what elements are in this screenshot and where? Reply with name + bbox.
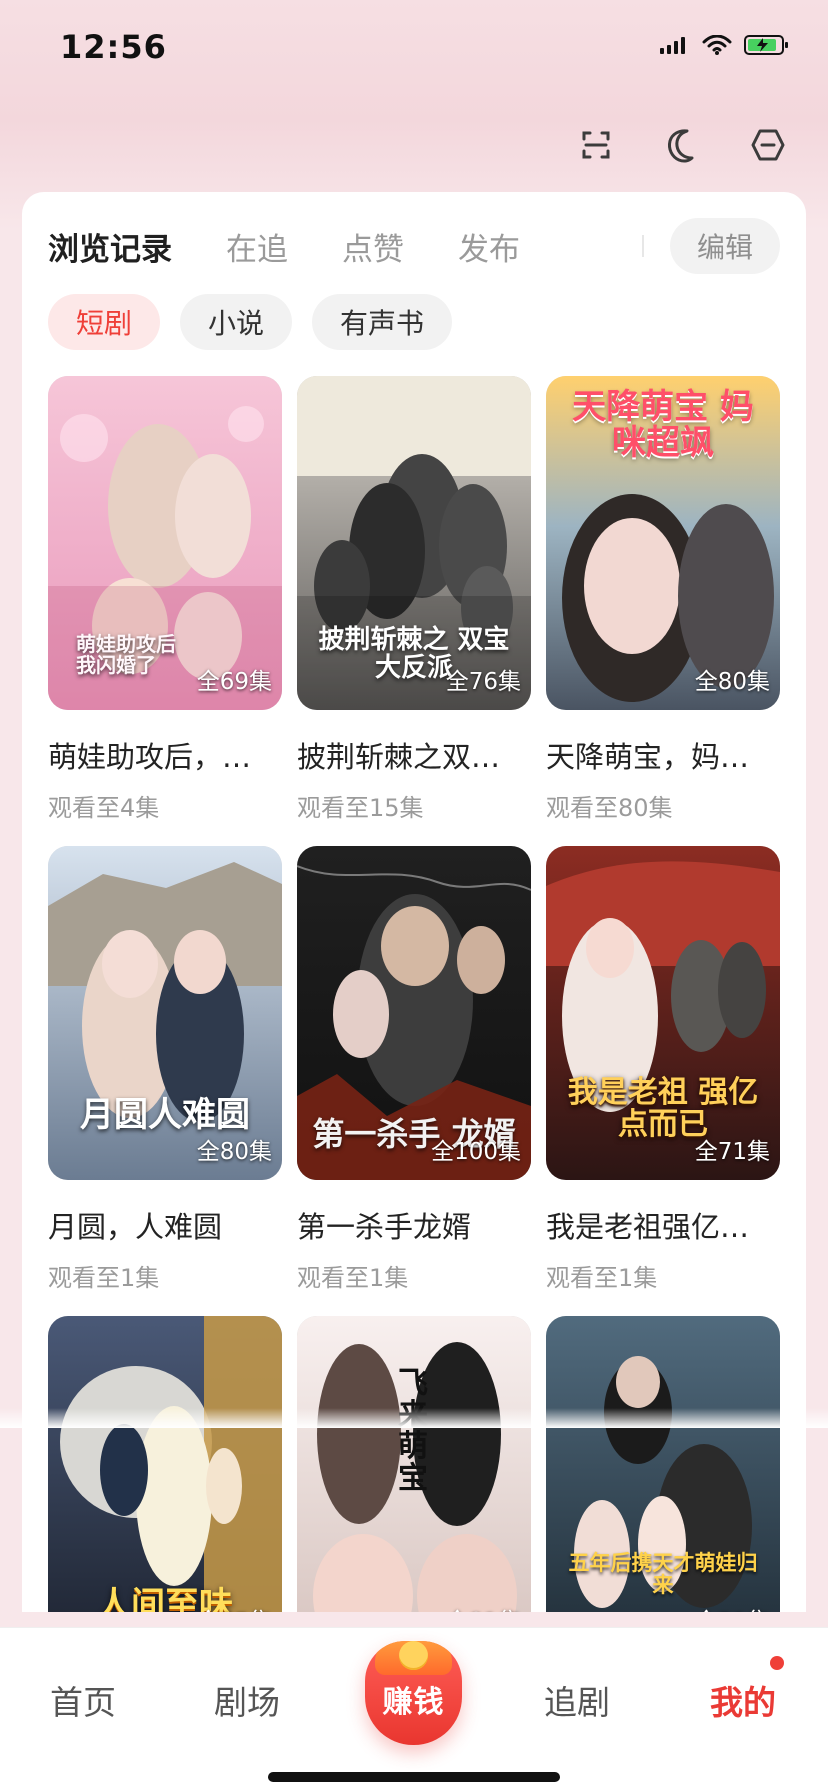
show-poster[interactable]: 月圆人难圆 全80集: [48, 846, 282, 1180]
show-poster[interactable]: 第一杀手 龙婿 全100集: [297, 846, 531, 1180]
show-title[interactable]: 第一杀手龙婿: [297, 1204, 531, 1246]
tab-divider: [642, 235, 644, 257]
settings-button[interactable]: [746, 123, 790, 167]
show-card[interactable]: 飞来萌宝 全81集: [297, 1316, 531, 1612]
home-indicator: [268, 1772, 560, 1782]
show-poster[interactable]: 飞来萌宝 全81集: [297, 1316, 531, 1612]
watch-progress: 观看至1集: [546, 1264, 658, 1292]
poster-title: 萌娃助攻后 我闪婚了: [76, 632, 176, 677]
watch-progress: 观看至1集: [297, 1264, 409, 1292]
show-card[interactable]: 天降萌宝 妈咪超飒 全80集 天降萌宝，妈… 观看至80集: [546, 376, 780, 823]
tab-published[interactable]: 发布: [458, 224, 520, 269]
tab-likes[interactable]: 点赞: [342, 224, 404, 269]
show-title[interactable]: 天降萌宝，妈…: [546, 734, 780, 776]
poster-title: 天降萌宝 妈咪超飒: [572, 387, 754, 463]
scan-icon: [582, 131, 610, 159]
poster-image: [48, 1316, 282, 1612]
show-card[interactable]: 五年后携天才萌娃归来 全51集: [546, 1316, 780, 1612]
episode-count-badge: 全69集: [196, 669, 272, 695]
episode-count-badge: 全100集: [431, 1139, 521, 1165]
nav-earn-label: 赚钱: [382, 1685, 445, 1720]
content-filter-chips: 短剧 小说 有声书: [48, 294, 453, 350]
watch-progress: 观看至1集: [48, 1264, 160, 1292]
top-actions: [574, 123, 790, 167]
status-time: 12:56: [60, 28, 167, 66]
history-panel: 浏览记录 在追 点赞 发布 编辑 短剧 小说 有声书 萌娃助攻后 我闪婚了 全6…: [22, 192, 806, 1612]
coin-icon: [399, 1641, 428, 1670]
nav-earn-money-button[interactable]: 赚钱: [365, 1641, 462, 1745]
poster-title: 月圆人难圆: [80, 1095, 250, 1136]
filter-audiobook[interactable]: 有声书: [312, 294, 453, 350]
battery-charging-icon: [744, 35, 788, 55]
show-poster[interactable]: 人间至味 全55集: [48, 1316, 282, 1612]
show-card[interactable]: 第一杀手 龙婿 全100集 第一杀手龙婿 观看至1集: [297, 846, 531, 1293]
nav-following[interactable]: 追剧: [544, 1676, 610, 1724]
night-mode-button[interactable]: [660, 123, 704, 167]
watch-progress: 观看至15集: [297, 794, 424, 822]
filter-novel[interactable]: 小说: [180, 294, 293, 350]
status-icons: [660, 34, 790, 56]
nav-home[interactable]: 首页: [50, 1676, 116, 1724]
show-poster[interactable]: 萌娃助攻后 我闪婚了 全69集: [48, 376, 282, 710]
status-bar: 12:56: [0, 0, 828, 90]
show-card[interactable]: 披荆斩棘之 双宝大反派 全76集 披荆斩棘之双… 观看至15集: [297, 376, 531, 823]
episode-count-badge: 全81集: [446, 1602, 521, 1612]
show-title[interactable]: 披荆斩棘之双…: [297, 734, 531, 776]
poster-title: 五年后携天才萌娃归来: [568, 1549, 758, 1597]
poster-title: 我是老祖 强亿点而已: [567, 1075, 759, 1142]
moon-icon: [668, 129, 694, 163]
show-poster[interactable]: 天降萌宝 妈咪超飒 全80集: [546, 376, 780, 710]
show-card[interactable]: 我是老祖 强亿点而已 全71集 我是老祖强亿… 观看至1集: [546, 846, 780, 1293]
episode-count-badge: 全71集: [694, 1139, 770, 1165]
episode-count-badge: 全80集: [694, 669, 770, 695]
show-poster[interactable]: 我是老祖 强亿点而已 全71集: [546, 846, 780, 1180]
filter-short-drama[interactable]: 短剧: [48, 294, 161, 350]
episode-count-badge: 全51集: [695, 1602, 770, 1612]
episode-count-badge: 全76集: [445, 669, 521, 695]
show-card[interactable]: 月圆人难圆 全80集 月圆，人难圆 观看至1集: [48, 846, 282, 1293]
poster-title: 飞来萌宝: [398, 1366, 428, 1496]
episode-count-badge: 全80集: [196, 1139, 272, 1165]
tab-browse-history[interactable]: 浏览记录: [48, 224, 172, 269]
signal-icon: [660, 37, 685, 54]
wifi-icon: [702, 35, 732, 55]
tab-bar: 浏览记录 在追 点赞 发布 编辑: [48, 218, 780, 274]
show-poster[interactable]: 五年后携天才萌娃归来 全51集: [546, 1316, 780, 1612]
notification-dot: [770, 1656, 784, 1670]
nav-mine[interactable]: 我的: [710, 1676, 776, 1724]
show-title[interactable]: 我是老祖强亿…: [546, 1204, 780, 1246]
show-title[interactable]: 萌娃助攻后，…: [48, 734, 282, 776]
edit-button[interactable]: 编辑: [670, 218, 780, 274]
show-poster[interactable]: 披荆斩棘之 双宝大反派 全76集: [297, 376, 531, 710]
show-card[interactable]: 萌娃助攻后 我闪婚了 全69集 萌娃助攻后，… 观看至4集: [48, 376, 282, 823]
bottom-navigation: 首页 剧场 赚钱 追剧 我的: [0, 1627, 828, 1792]
tab-following[interactable]: 在追: [226, 224, 288, 269]
show-card[interactable]: 人间至味 全55集: [48, 1316, 282, 1612]
scan-button[interactable]: [574, 123, 618, 167]
show-title[interactable]: 月圆，人难圆: [48, 1204, 282, 1246]
content-fade: [0, 1408, 828, 1428]
episode-count-badge: 全55集: [197, 1602, 272, 1612]
nav-theater[interactable]: 剧场: [214, 1676, 280, 1724]
watch-progress: 观看至4集: [48, 794, 160, 822]
watch-progress: 观看至80集: [546, 794, 673, 822]
settings-icon: [751, 129, 785, 161]
